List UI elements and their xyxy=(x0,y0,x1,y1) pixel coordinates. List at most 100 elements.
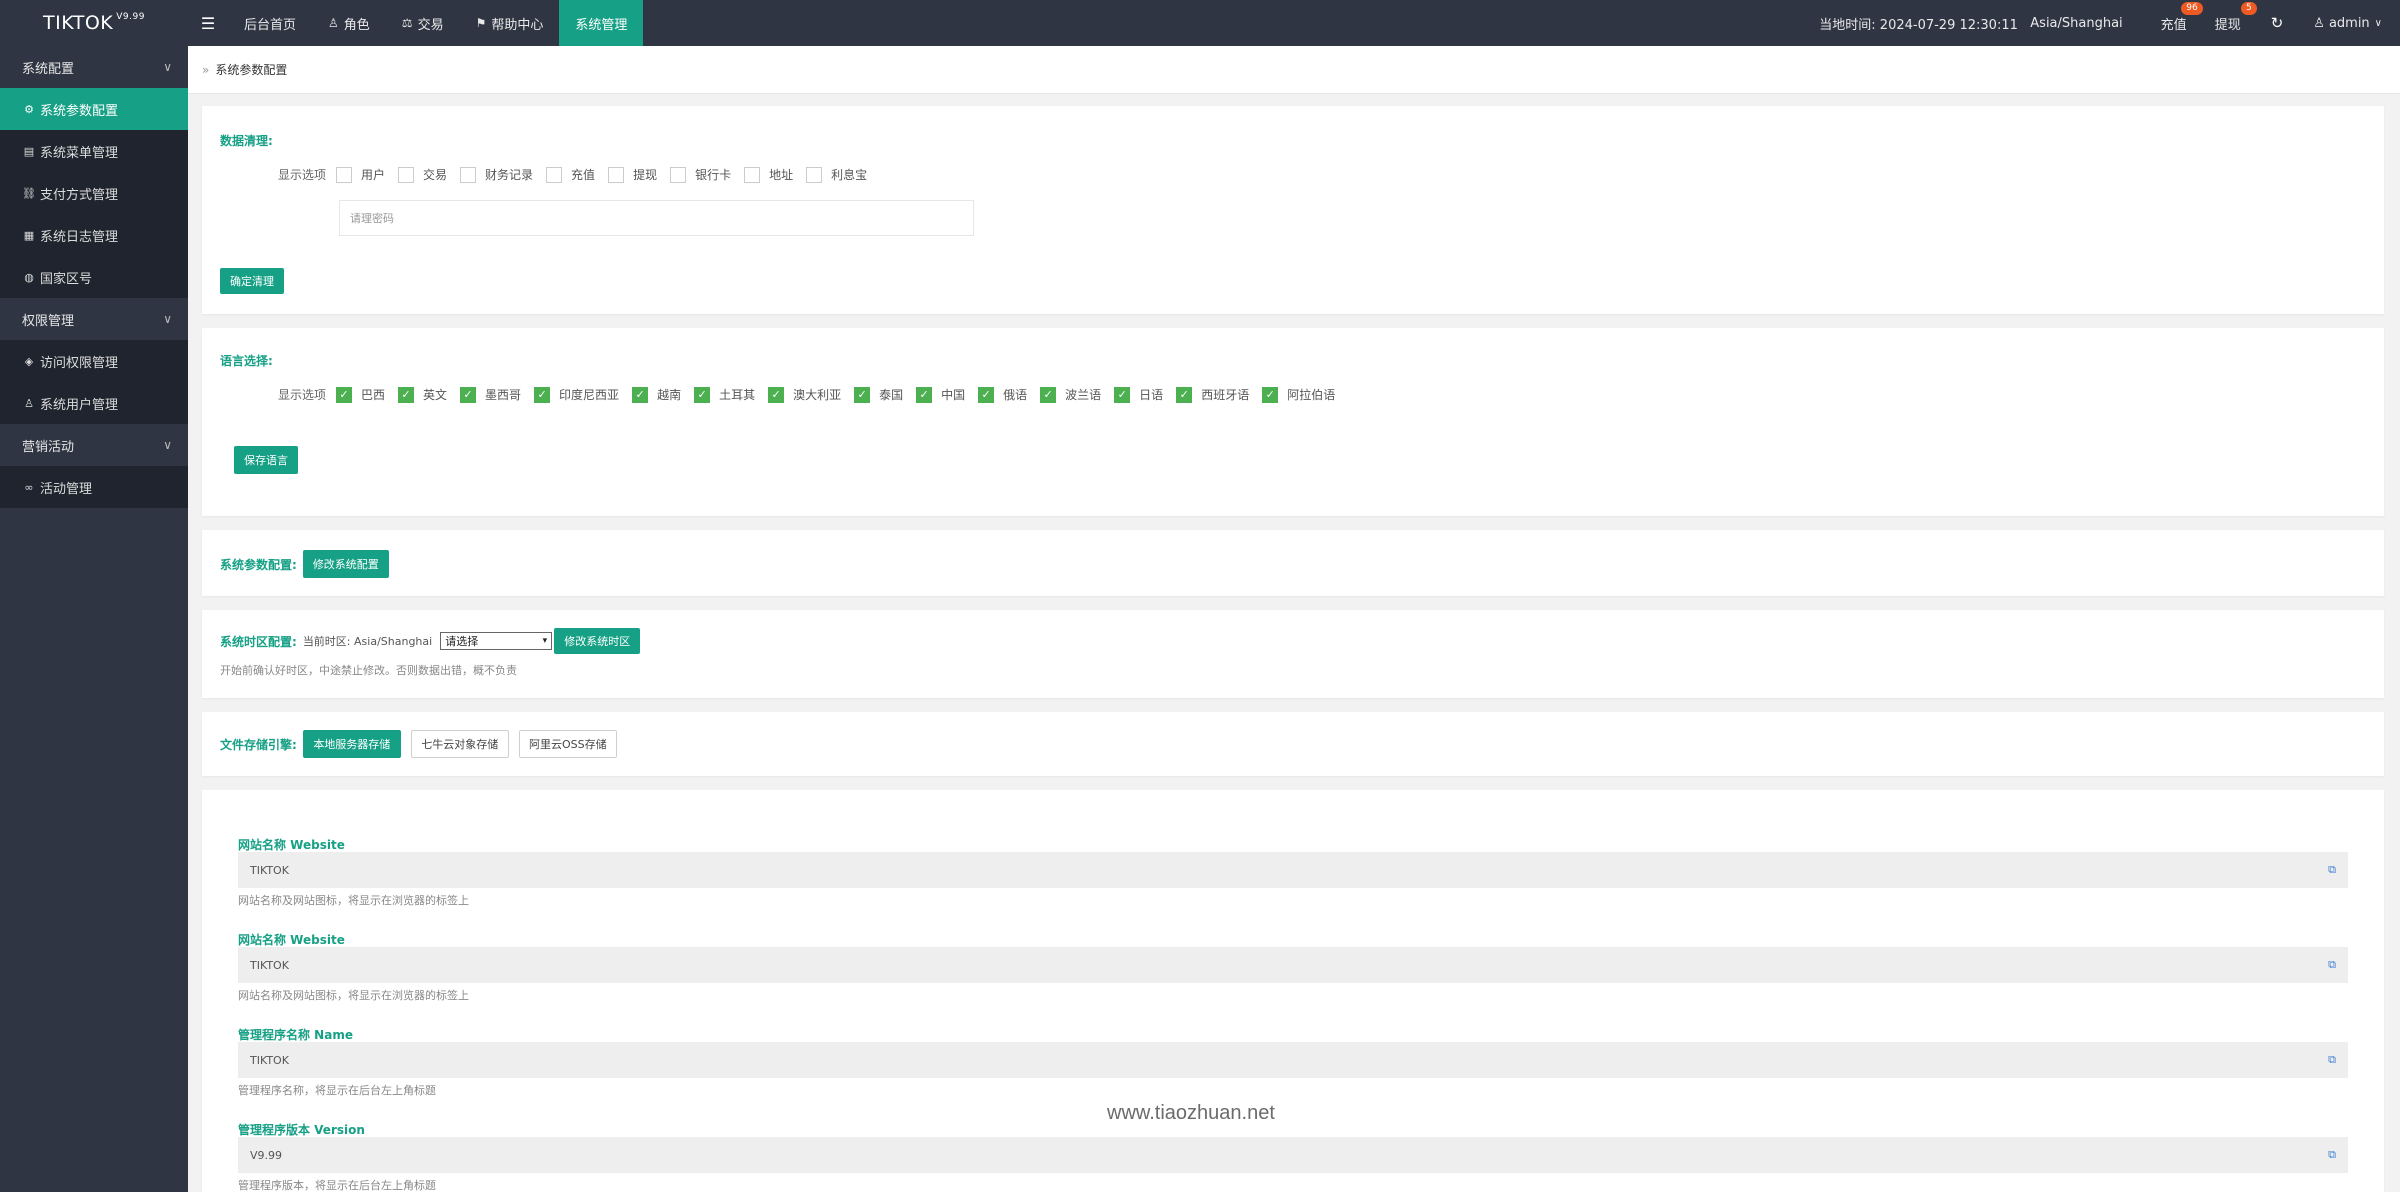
app-name-input[interactable]: TIKTOK ⧉ xyxy=(238,1042,2348,1078)
confirm-clean-button[interactable]: 确定清理 xyxy=(220,268,284,294)
data-clean-panel: 数据清理: 显示选项 用户 交易 财务记录 充值 提现 银行卡 地址 利息宝 请… xyxy=(202,106,2384,314)
nav-home-label: 后台首页 xyxy=(244,17,297,33)
checkbox[interactable] xyxy=(460,166,477,183)
field-help: 网站名称及网站图标，将显示在浏览器的标签上 xyxy=(238,894,469,907)
lang-option-arabic[interactable]: ✓ 阿拉伯语 xyxy=(1262,386,1335,403)
timezone-select[interactable]: 请选择 ▾ xyxy=(440,632,553,650)
clean-option-interest[interactable]: 利息宝 xyxy=(806,166,867,183)
sidebar-item-country-code[interactable]: ◍ 国家区号 xyxy=(0,256,188,298)
site-fields-panel: 网站名称 Website TIKTOK ⧉ 网站名称及网站图标，将显示在浏览器的标… xyxy=(202,790,2384,1192)
sidebar-item-payment[interactable]: ⛓ 支付方式管理 xyxy=(0,172,188,214)
recharge-link[interactable]: 充值 96 xyxy=(2147,0,2203,46)
sidebar-group-marketing[interactable]: 营销活动 ∨ xyxy=(0,424,188,466)
website-name-input-2[interactable]: TIKTOK ⧉ xyxy=(238,947,2348,983)
checkbox-checked[interactable]: ✓ xyxy=(336,386,352,403)
option-label: 阿拉伯语 xyxy=(1287,388,1336,402)
scale-icon: ⚖ xyxy=(401,16,413,30)
local-storage-button[interactable]: 本地服务器存储 xyxy=(302,730,401,758)
edit-timezone-button[interactable]: 修改系统时区 xyxy=(554,628,641,654)
user-icon: ♙ xyxy=(2313,15,2325,31)
sidebar-item-users[interactable]: ♙ 系统用户管理 xyxy=(0,382,188,424)
clean-option-recharge[interactable]: 充值 xyxy=(546,166,595,183)
sidebar-item-system-params[interactable]: ⚙ 系统参数配置 xyxy=(0,88,188,130)
checkbox-checked[interactable]: ✓ xyxy=(854,386,871,403)
user-menu[interactable]: ♙ admin ∨ xyxy=(2299,0,2400,46)
lang-option-indonesia[interactable]: ✓ 印度尼西亚 xyxy=(534,386,619,403)
clean-password-input[interactable]: 请理密码 xyxy=(339,200,974,236)
website-name-input[interactable]: TIKTOK ⧉ xyxy=(238,852,2348,888)
checkbox-checked[interactable]: ✓ xyxy=(1262,386,1279,403)
lang-option-china[interactable]: ✓ 中国 xyxy=(916,386,965,403)
checkbox[interactable] xyxy=(670,166,687,183)
checkbox[interactable] xyxy=(546,166,563,183)
lang-option-brazil[interactable]: ✓ 巴西 xyxy=(336,386,385,403)
withdraw-link[interactable]: 提现 5 xyxy=(2201,0,2257,46)
copy-icon[interactable]: ⧉ xyxy=(2328,1148,2336,1162)
refresh-icon[interactable]: ↻ xyxy=(2255,14,2300,32)
checkbox-checked[interactable]: ✓ xyxy=(534,386,551,403)
copy-icon[interactable]: ⧉ xyxy=(2328,1053,2336,1067)
shield-check-icon: ◈ xyxy=(24,354,34,368)
copy-icon[interactable]: ⧉ xyxy=(2328,958,2336,972)
nav-trade[interactable]: ⚖ 交易 xyxy=(386,0,460,46)
option-label: 提现 xyxy=(633,168,658,182)
checkbox-checked[interactable]: ✓ xyxy=(460,386,477,403)
calendar-icon: ▤ xyxy=(23,144,35,158)
aliyun-oss-button[interactable]: 阿里云OSS存储 xyxy=(518,730,617,758)
sidebar-group-system[interactable]: 系统配置 ∨ xyxy=(0,46,188,88)
sidebar-group-label: 系统配置 xyxy=(22,61,75,77)
lang-option-turkey[interactable]: ✓ 土耳其 xyxy=(694,386,755,403)
lang-option-english[interactable]: ✓ 英文 xyxy=(398,386,447,403)
checkbox[interactable] xyxy=(336,166,352,183)
clean-option-finance[interactable]: 财务记录 xyxy=(460,166,533,183)
checkbox[interactable] xyxy=(398,166,415,183)
lang-option-australia[interactable]: ✓ 澳大利亚 xyxy=(768,386,841,403)
sidebar-item-access[interactable]: ◈ 访问权限管理 xyxy=(0,340,188,382)
clean-option-users[interactable]: 用户 xyxy=(336,166,385,183)
checkbox-checked[interactable]: ✓ xyxy=(1114,386,1131,403)
lang-option-russian[interactable]: ✓ 俄语 xyxy=(978,386,1027,403)
clean-option-bankcard[interactable]: 银行卡 xyxy=(670,166,731,183)
checkbox[interactable] xyxy=(806,166,823,183)
sidebar-item-activities[interactable]: ∞ 活动管理 xyxy=(0,466,188,508)
copy-icon[interactable]: ⧉ xyxy=(2328,863,2336,877)
clean-option-trades[interactable]: 交易 xyxy=(398,166,447,183)
nav-home[interactable]: 后台首页 xyxy=(228,0,312,46)
checkbox[interactable] xyxy=(608,166,625,183)
option-label: 波兰语 xyxy=(1065,388,1102,402)
lang-option-spanish[interactable]: ✓ 西班牙语 xyxy=(1176,386,1249,403)
checkbox[interactable] xyxy=(744,166,761,183)
nav-roles[interactable]: ♙ 角色 xyxy=(312,0,386,46)
lang-option-mexico[interactable]: ✓ 墨西哥 xyxy=(460,386,521,403)
checkbox-checked[interactable]: ✓ xyxy=(1040,386,1057,403)
lang-option-thailand[interactable]: ✓ 泰国 xyxy=(854,386,903,403)
checkbox-checked[interactable]: ✓ xyxy=(916,386,933,403)
app-version-input[interactable]: V9.99 ⧉ xyxy=(238,1137,2348,1173)
sidebar-group-permission[interactable]: 权限管理 ∨ xyxy=(0,298,188,340)
sidebar-item-logs[interactable]: ▦ 系统日志管理 xyxy=(0,214,188,256)
timezone-text: Asia/Shanghai xyxy=(2030,15,2123,31)
nav-system[interactable]: 系统管理 xyxy=(559,0,644,46)
sidebar-item-menu[interactable]: ▤ 系统菜单管理 xyxy=(0,130,188,172)
lang-option-japanese[interactable]: ✓ 日语 xyxy=(1114,386,1163,403)
checkbox-checked[interactable]: ✓ xyxy=(398,386,415,403)
option-label: 中国 xyxy=(941,388,966,402)
clean-option-address[interactable]: 地址 xyxy=(744,166,793,183)
checkbox-checked[interactable]: ✓ xyxy=(632,386,649,403)
checkbox-checked[interactable]: ✓ xyxy=(768,386,785,403)
sidebar-item-label: 活动管理 xyxy=(40,481,93,497)
lang-option-polish[interactable]: ✓ 波兰语 xyxy=(1040,386,1101,403)
nav-help[interactable]: ⚑ 帮助中心 xyxy=(460,0,560,46)
qiniu-storage-button[interactable]: 七牛云对象存储 xyxy=(410,730,509,758)
app-logo[interactable]: TIKTOK V9.99 xyxy=(0,0,188,46)
sidebar-item-label: 支付方式管理 xyxy=(40,187,119,203)
lang-option-vietnam[interactable]: ✓ 越南 xyxy=(632,386,681,403)
clean-option-withdraw[interactable]: 提现 xyxy=(608,166,657,183)
menu-toggle-icon[interactable]: ☰ xyxy=(188,0,228,46)
save-language-button[interactable]: 保存语言 xyxy=(234,446,298,474)
options-lead-label: 显示选项 xyxy=(278,388,327,402)
edit-system-config-button[interactable]: 修改系统配置 xyxy=(302,550,389,578)
checkbox-checked[interactable]: ✓ xyxy=(978,386,995,403)
checkbox-checked[interactable]: ✓ xyxy=(1176,386,1193,403)
checkbox-checked[interactable]: ✓ xyxy=(694,386,711,403)
